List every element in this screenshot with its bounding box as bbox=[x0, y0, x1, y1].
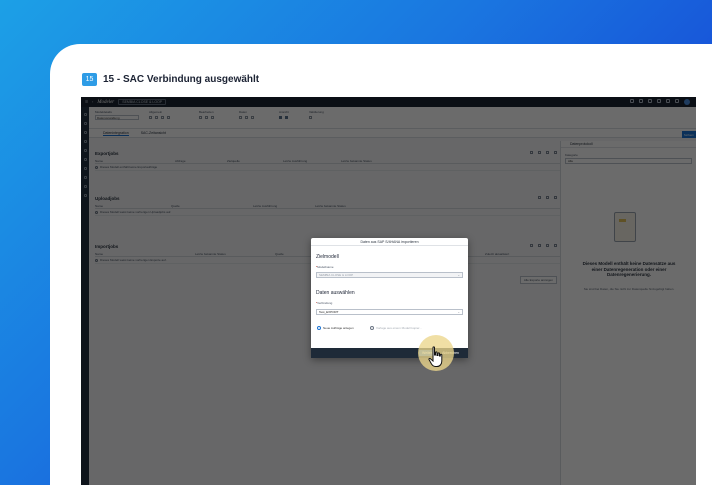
step-number-badge: 15 bbox=[82, 73, 97, 86]
verbindung-label: *Verbindung bbox=[316, 301, 333, 305]
radio-copy-template[interactable]: Vorlage aus einem Modell kopier... bbox=[370, 326, 422, 330]
step-header: 15 15 - SAC Verbindung ausgewählt bbox=[82, 73, 259, 86]
modellname-field: SEMBIA CLOSE & LOOP ⌄ bbox=[316, 272, 463, 278]
dialog-title: Daten aus SAP S/4HANA importieren bbox=[311, 238, 468, 246]
modellname-label: *Modellname bbox=[316, 265, 334, 269]
radio-empty-icon bbox=[370, 326, 374, 330]
chevron-down-icon: ⌄ bbox=[457, 310, 460, 314]
hand-cursor-icon bbox=[428, 346, 443, 367]
step-title: 15 - SAC Verbindung ausgewählt bbox=[103, 74, 260, 85]
chevron-down-icon: ⌄ bbox=[457, 273, 460, 277]
radio-selected-icon bbox=[317, 326, 321, 330]
radio-new-jobs[interactable]: Neue Aufträge anlegen bbox=[317, 326, 354, 330]
verbindung-select[interactable]: Test_EXPORT ⌄ bbox=[316, 309, 463, 315]
daten-auswaehlen-heading: Daten auswählen bbox=[316, 290, 355, 296]
zielmodell-heading: Zielmodell bbox=[316, 254, 339, 260]
